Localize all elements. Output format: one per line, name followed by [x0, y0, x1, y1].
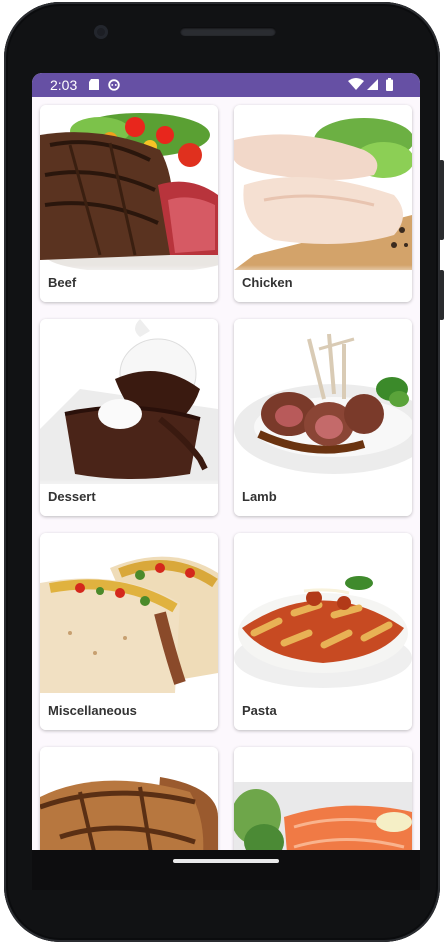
salmon-plate-image: [234, 747, 412, 850]
category-label: Chicken: [242, 275, 293, 290]
category-card-chicken[interactable]: Chicken: [234, 105, 412, 302]
penne-pasta-image: [234, 533, 412, 698]
status-bar: 2:03: [32, 73, 420, 97]
battery-icon: [386, 78, 393, 91]
navigation-bar: [32, 850, 420, 890]
category-label: Pasta: [242, 703, 277, 718]
lamb-chops-image: [234, 319, 412, 484]
volume-button: [439, 160, 444, 240]
category-card-beef[interactable]: Beef: [40, 105, 218, 302]
pork-chop-image: [40, 747, 218, 850]
power-button: [439, 270, 444, 320]
category-label: Beef: [48, 275, 77, 290]
status-time: 2:03: [50, 77, 78, 93]
tacos-image: [40, 533, 218, 698]
wifi-icon: [348, 78, 364, 90]
signal-icon: [367, 79, 378, 90]
category-card-dessert[interactable]: Dessert: [40, 319, 218, 516]
category-card-pork[interactable]: [40, 747, 218, 850]
android-icon: [108, 79, 120, 91]
category-card-pasta[interactable]: Pasta: [234, 533, 412, 730]
category-label: Dessert: [48, 489, 96, 504]
device-frame: 2:03 Beef Chicken Dessert Lamb Miscellan…: [0, 0, 444, 945]
brownie-sundae-image: [40, 319, 218, 484]
home-gesture-handle[interactable]: [173, 859, 279, 863]
category-label: Lamb: [242, 489, 277, 504]
category-label: Miscellaneous: [48, 703, 137, 718]
raw-chicken-image: [234, 105, 412, 270]
category-card-miscellaneous[interactable]: Miscellaneous: [40, 533, 218, 730]
front-camera: [94, 25, 108, 39]
category-card-seafood[interactable]: [234, 747, 412, 850]
category-card-lamb[interactable]: Lamb: [234, 319, 412, 516]
beef-steak-image: [40, 105, 218, 270]
sd-card-icon: [89, 79, 99, 90]
app-screen: 2:03 Beef Chicken Dessert Lamb Miscellan…: [32, 73, 420, 850]
earpiece-speaker: [180, 27, 276, 36]
